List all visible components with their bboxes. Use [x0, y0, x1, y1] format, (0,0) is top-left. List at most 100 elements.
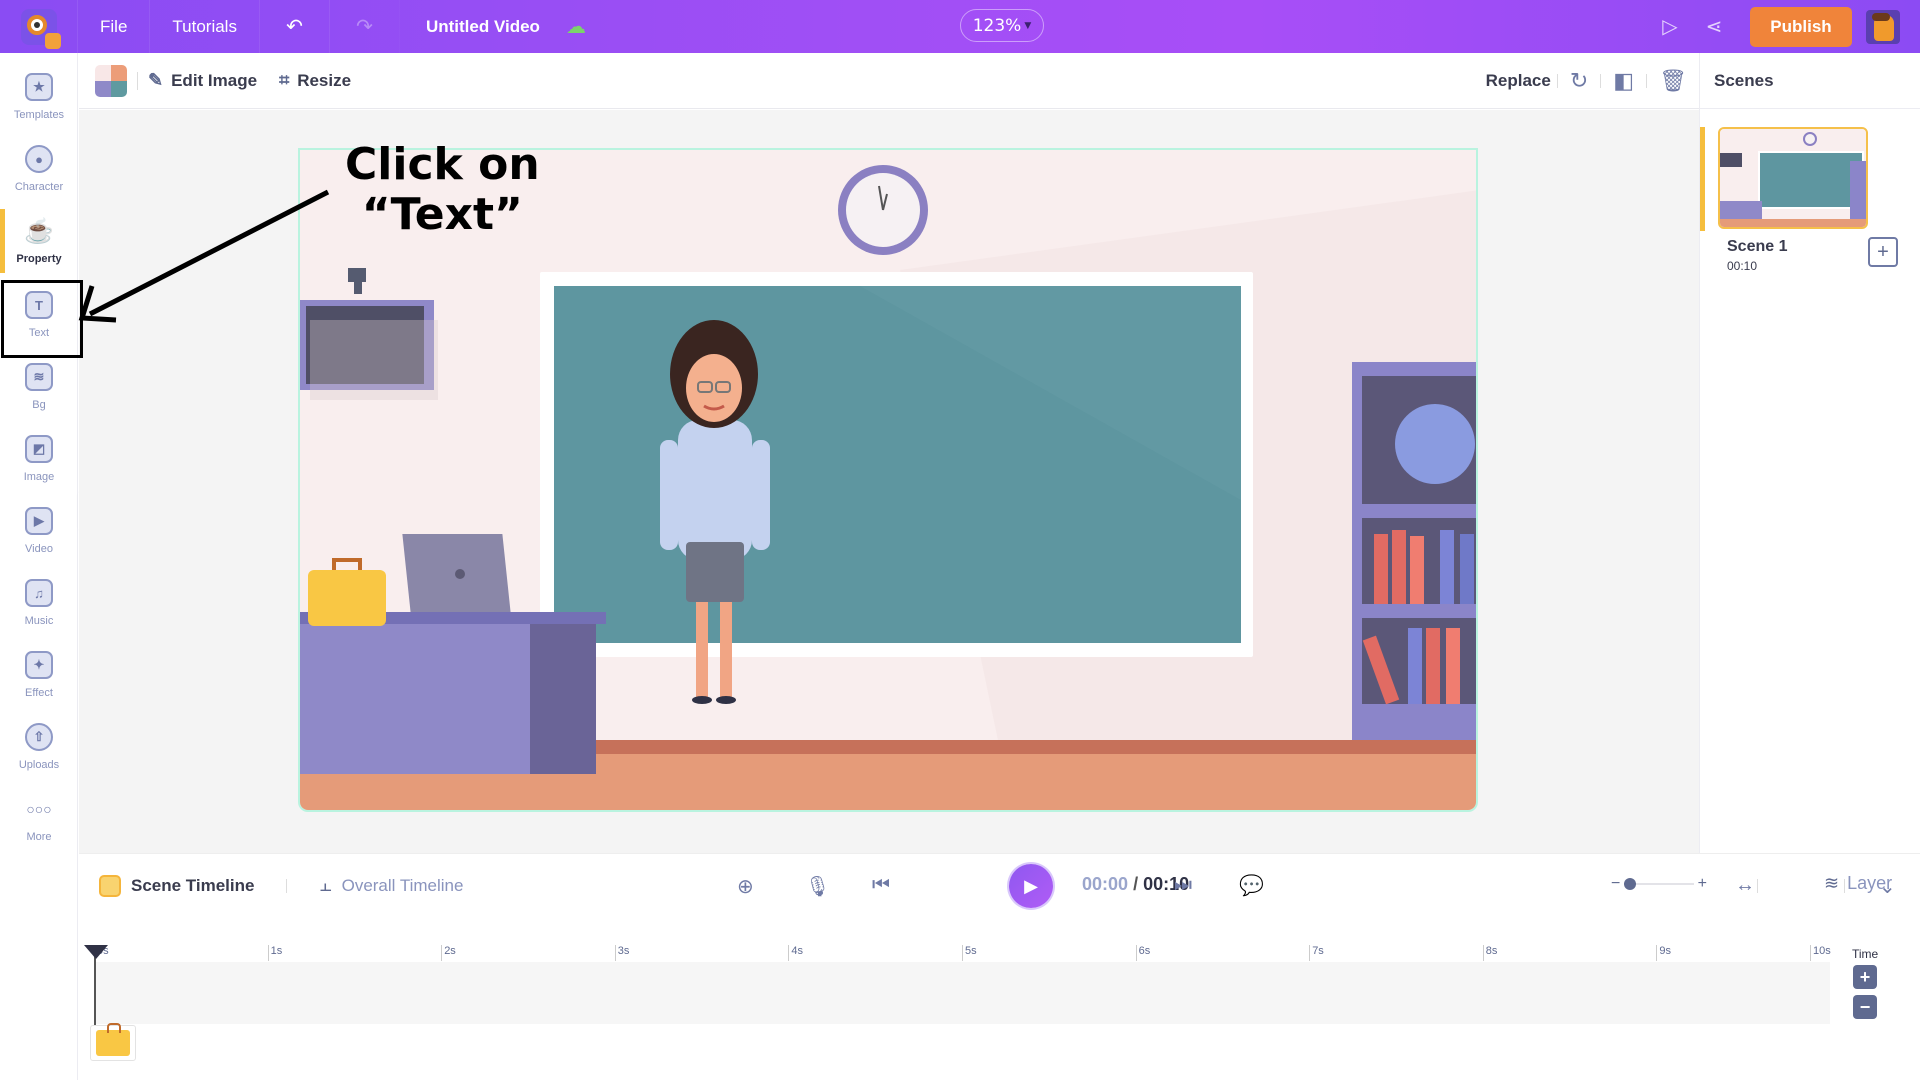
timeline-track[interactable]	[94, 962, 1830, 1024]
sidebar-item-image[interactable]: ◩ Image	[0, 423, 78, 495]
subtitles-button[interactable]: 💬	[1239, 873, 1264, 898]
scenes-title: Scenes	[1700, 53, 1920, 109]
play-preview-icon: ▷	[1662, 16, 1678, 38]
preview-button[interactable]: ▷	[1648, 14, 1692, 39]
menu-tutorials[interactable]: Tutorials	[150, 0, 260, 53]
skip-forward-icon: ⏭	[1174, 874, 1192, 896]
crop-icon: ⌗	[279, 70, 290, 90]
music-note-icon: ♫	[25, 579, 53, 607]
wall-clock	[838, 165, 928, 255]
divider	[137, 71, 138, 90]
sidebar-item-label: Effect	[25, 687, 53, 699]
ruler-tick: 3s	[614, 945, 629, 961]
redo-button[interactable]: ↷	[330, 0, 400, 53]
user-avatar[interactable]	[1866, 9, 1900, 44]
scene-thumbnail-image	[1720, 129, 1866, 227]
expand-horizontal-icon: ↔	[1735, 874, 1755, 896]
zoom-value: 123%	[972, 15, 1022, 36]
plus-icon: +	[1877, 240, 1889, 263]
scene-canvas[interactable]	[298, 148, 1478, 812]
video-title[interactable]: Untitled Video	[400, 17, 566, 37]
coffee-cup-icon: ☕	[24, 217, 54, 245]
app-logo[interactable]	[0, 0, 78, 53]
skip-back-button[interactable]: ⏮	[872, 874, 890, 897]
redo-icon: ↷	[356, 16, 373, 38]
scene-name: Scene 1	[1727, 238, 1788, 255]
slider-knob[interactable]	[1624, 878, 1637, 890]
ruler-tick: 4s	[788, 945, 803, 961]
sidebar-item-label: Image	[23, 471, 55, 483]
caret-down-icon: ▼	[1024, 20, 1032, 31]
scenes-panel: Scenes Scene 1 00:10 +	[1699, 53, 1920, 853]
ruler-tick: 6s	[1135, 945, 1150, 961]
replace-button[interactable]: Replace	[1486, 71, 1551, 91]
fit-timeline-button[interactable]: ↔	[1735, 874, 1755, 897]
share-icon: ⋖	[1705, 16, 1723, 38]
skip-forward-button[interactable]: ⏭	[1174, 874, 1192, 897]
edit-image-button[interactable]: ✎ Edit Image	[148, 70, 257, 91]
divider	[1646, 74, 1648, 88]
trash-icon[interactable]: 🗑	[1659, 68, 1687, 94]
camera-zoom-button[interactable]: ⊕	[737, 874, 754, 899]
undo-button[interactable]: ↶	[260, 0, 330, 53]
sidebar-item-label: Video	[25, 543, 53, 555]
cloud-saved-icon: ☁	[565, 16, 586, 38]
annotation-line2: “Text”	[361, 189, 523, 240]
add-scene-button[interactable]: +	[1868, 237, 1898, 267]
annotation-arrow	[78, 189, 330, 323]
ruler-tick: 1s	[267, 945, 282, 961]
image-icon: ◩	[25, 435, 53, 463]
skip-back-icon: ⏮	[872, 874, 890, 896]
microphone-icon: 🎙	[805, 876, 831, 898]
tab-overall-timeline[interactable]: ⫠ Overall Timeline	[319, 874, 463, 897]
flip-icon[interactable]: ◧	[1613, 68, 1634, 94]
sidebar-item-label: Bg	[32, 399, 46, 411]
sidebar-item-video[interactable]: ▶ Video	[0, 495, 78, 567]
ruler-tick: 7s	[1309, 945, 1324, 961]
speech-bubble-icon: 💬	[1239, 875, 1264, 897]
time-plus-button[interactable]: +	[1853, 965, 1877, 989]
sidebar-item-music[interactable]: ♫ Music	[0, 567, 78, 639]
timeline-layer-briefcase[interactable]	[90, 1023, 136, 1061]
text-highlight-box	[1, 280, 83, 358]
voiceover-button[interactable]: 🎙	[805, 874, 830, 899]
sidebar-item-bg[interactable]: ≋ Bg	[0, 351, 78, 423]
timeline-zoom-slider[interactable]: − +	[1611, 874, 1707, 894]
edit-image-label: Edit Image	[171, 70, 258, 90]
ruler-tick: 8s	[1482, 945, 1497, 961]
rotate-icon[interactable]: ↻	[1570, 68, 1588, 94]
sidebar-item-uploads[interactable]: ⇧ Uploads	[0, 711, 78, 783]
sidebar-item-label: Music	[24, 615, 54, 627]
chevron-down-icon: ⌄	[1879, 876, 1896, 898]
ruler-tick: 10s	[1810, 945, 1831, 961]
timeline-controls: Scene Timeline ⫠ Overall Timeline ⊕ 🎙 ⏮ ▶…	[79, 853, 1920, 917]
collapse-timeline-button[interactable]: ⌄	[1879, 874, 1896, 899]
resize-button[interactable]: ⌗ Resize	[279, 70, 351, 91]
logo-icon	[20, 8, 61, 49]
sidebar-item-more[interactable]: ○○○ More	[0, 783, 78, 855]
playhead-handle[interactable]	[84, 945, 108, 959]
sidebar-item-templates[interactable]: ★ Templates	[0, 61, 78, 133]
tab-scene-timeline[interactable]: Scene Timeline	[99, 874, 254, 897]
zoom-out-icon[interactable]: −	[1611, 875, 1620, 893]
time-separator: /	[1133, 874, 1139, 894]
sidebar-item-effect[interactable]: ✦ Effect	[0, 639, 78, 711]
zoom-in-icon[interactable]: +	[1698, 875, 1707, 893]
person-icon: ●	[25, 145, 53, 173]
scene-thumbnail[interactable]	[1718, 127, 1868, 229]
tutorial-annotation: Click on “Text”	[345, 140, 540, 240]
sidebar-item-label: Uploads	[18, 759, 60, 771]
menu-file[interactable]: File	[78, 0, 151, 53]
sidebar-item-property[interactable]: ☕ Property	[0, 205, 78, 277]
color-palette-button[interactable]	[95, 64, 127, 97]
overall-timeline-label: Overall Timeline	[341, 875, 464, 895]
time-minus-button[interactable]: −	[1853, 995, 1877, 1019]
play-button[interactable]: ▶	[1009, 864, 1053, 908]
zoom-dropdown[interactable]: 123% ▼	[960, 9, 1044, 42]
divider	[286, 878, 288, 893]
scene-timeline-icon	[99, 874, 121, 897]
publish-button[interactable]: Publish	[1750, 6, 1852, 47]
sidebar-item-character[interactable]: ● Character	[0, 133, 78, 205]
layers-icon: ≋	[1824, 873, 1840, 893]
share-button[interactable]: ⋖	[1692, 14, 1736, 39]
